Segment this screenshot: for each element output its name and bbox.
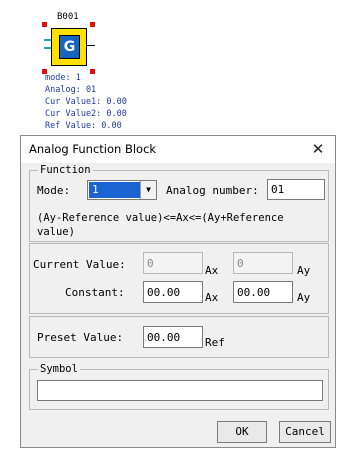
resize-handle-top-right[interactable]	[90, 22, 95, 27]
analog-number-field[interactable]	[267, 179, 325, 200]
block-glyph: G	[59, 35, 80, 59]
current-ax-unit: Ax	[205, 264, 219, 277]
mode-select[interactable]: 1 ▼	[87, 180, 157, 200]
chevron-down-icon[interactable]: ▼	[140, 181, 156, 199]
condition-formula: (Ay-Reference value)<=Ax<=(Ay+Reference …	[37, 212, 284, 238]
output-line	[87, 45, 95, 46]
preset-value-field[interactable]	[143, 326, 203, 348]
preset-value-label: Preset Value:	[37, 331, 124, 344]
mode-label: Mode:	[37, 184, 71, 197]
cancel-button[interactable]: Cancel	[279, 421, 331, 443]
param-analog: Analog: 01	[45, 85, 97, 95]
mode-select-value: 1	[89, 182, 141, 198]
param-ref-value: Ref Value: 0.00	[45, 121, 122, 131]
current-value-label: Current Value:	[33, 258, 126, 271]
constant-ay-unit: Ay	[297, 291, 311, 304]
analog-function-block-dialog: Analog Function Block ✕ Function Mode: 1…	[20, 135, 336, 448]
param-mode: mode: 1	[45, 73, 81, 83]
current-ay-field	[233, 252, 293, 274]
function-block-canvas: B001 G mode: 1 Analog: 01 Cur Value1: 0.…	[0, 0, 350, 135]
ok-button[interactable]: OK	[217, 421, 267, 443]
current-ay-unit: Ay	[297, 264, 311, 277]
current-ax-field	[143, 252, 203, 274]
symbol-input[interactable]	[37, 380, 323, 401]
param-cur-value1: Cur Value1: 0.00	[45, 97, 127, 107]
constant-ax-field[interactable]	[143, 281, 203, 303]
dialog-title: Analog Function Block	[29, 142, 157, 156]
function-group-legend: Function	[38, 164, 93, 176]
block-id-label: B001	[57, 12, 79, 22]
resize-handle-bottom-right[interactable]	[90, 69, 95, 74]
close-icon[interactable]: ✕	[307, 139, 329, 159]
constant-ax-unit: Ax	[205, 291, 219, 304]
constant-ay-field[interactable]	[233, 281, 293, 303]
resize-handle-top-left[interactable]	[42, 22, 47, 27]
analog-function-block[interactable]: G	[51, 28, 87, 66]
constant-label: Constant:	[65, 286, 125, 299]
preset-ref-unit: Ref	[205, 336, 225, 349]
param-cur-value2: Cur Value2: 0.00	[45, 109, 127, 119]
symbol-group-legend: Symbol	[38, 363, 80, 375]
dialog-titlebar[interactable]: Analog Function Block ✕	[21, 136, 335, 163]
analog-number-label: Analog number:	[166, 184, 259, 197]
